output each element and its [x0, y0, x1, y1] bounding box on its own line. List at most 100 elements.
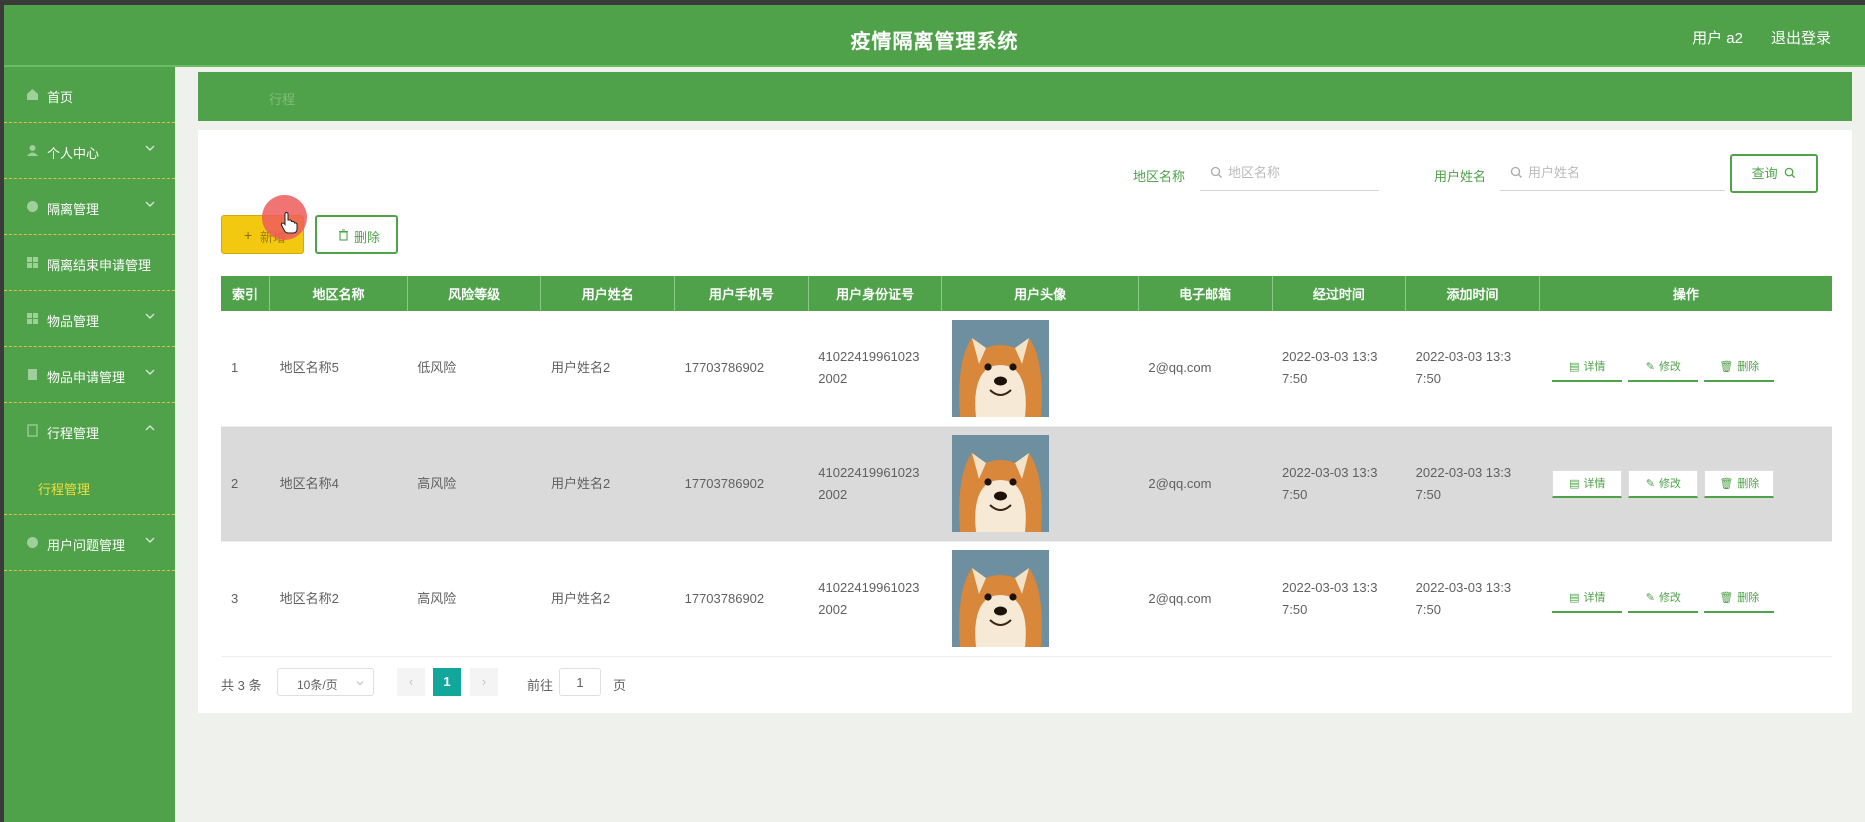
column-header[interactable]: 地区名称: [269, 276, 408, 311]
cell-phone: 17703786902: [674, 426, 809, 542]
table-row[interactable]: 3 地区名称2 高风险 用户姓名2 17703786902 4102241996…: [221, 541, 1832, 657]
next-page-button[interactable]: ›: [470, 668, 498, 696]
edit-button[interactable]: ✎ 修改: [1628, 469, 1699, 498]
avatar[interactable]: [951, 435, 1049, 532]
edit-icon: ✎: [1645, 477, 1655, 490]
app-frame: 疫情隔离管理系统 用户 a2 退出登录 首页 个人中心 隔离管理 隔离结束申请管…: [4, 5, 1865, 822]
sidebar-item-label: 首页: [47, 90, 74, 105]
time-line: 2022-03-03 13:3: [1282, 349, 1378, 365]
sidebar-item-isolation-end[interactable]: 隔离结束申请管理: [4, 235, 175, 291]
app-title: 疫情隔离管理系统: [850, 31, 1019, 53]
time-line: 7:50: [1415, 371, 1441, 387]
user-search-field[interactable]: [1500, 155, 1725, 191]
goto-suffix: 页: [613, 678, 627, 693]
trash-icon: 🗑: [1719, 477, 1734, 490]
delete-label: 删除: [1737, 361, 1760, 374]
column-header[interactable]: 用户手机号: [674, 276, 809, 311]
column-header[interactable]: 操作: [1539, 276, 1832, 311]
time-line: 2022-03-03 13:3: [1282, 579, 1378, 595]
detail-label: 详情: [1583, 361, 1606, 374]
column-header[interactable]: 风险等级: [407, 276, 542, 311]
sidebar-item-label: 物品申请管理: [47, 370, 126, 385]
region-search-field[interactable]: [1200, 155, 1408, 191]
time-line: 7:50: [1282, 486, 1308, 502]
cell-id-number: 41022419961023 2002: [808, 426, 942, 542]
breadcrumb-item[interactable]: 行程: [269, 89, 295, 108]
query-button[interactable]: 查询: [1730, 154, 1818, 193]
id-line: 41022419961023: [818, 464, 920, 480]
search-icon: [1785, 167, 1796, 179]
sidebar-subitem-itinerary[interactable]: 行程管理: [4, 459, 175, 515]
delete-button[interactable]: 🗑 删除: [1704, 584, 1775, 613]
column-header[interactable]: 用户姓名: [540, 276, 676, 311]
delete-label: 删除: [1737, 591, 1760, 604]
prev-page-button[interactable]: ‹: [397, 668, 425, 696]
sidebar-item-label: 行程管理: [47, 426, 100, 441]
time-line: 2022-03-03 13:3: [1415, 464, 1512, 480]
vertical-scrollbar[interactable]: [1852, 67, 1865, 822]
avatar[interactable]: [951, 550, 1049, 647]
cell-avatar: [941, 426, 1139, 542]
id-line: 2002: [818, 371, 848, 387]
cell-id-number: 41022419961023 2002: [808, 541, 942, 657]
goto-page-input[interactable]: [559, 668, 601, 696]
time-line: 2022-03-03 13:3: [1415, 349, 1512, 365]
doc-icon: [26, 424, 39, 437]
edit-label: 修改: [1658, 591, 1681, 604]
edit-icon: ✎: [1645, 591, 1655, 604]
top-header: 疫情隔离管理系统 用户 a2 退出登录: [4, 5, 1865, 67]
sidebar-item-label: 隔离结束申请管理: [47, 258, 152, 273]
sidebar-item-itinerary[interactable]: 行程管理: [4, 403, 175, 459]
column-header[interactable]: 用户身份证号: [808, 276, 943, 311]
region-search-label: 地区名称: [1133, 169, 1186, 184]
time-line: 7:50: [1282, 371, 1308, 387]
table-row[interactable]: 1 地区名称5 低风险 用户姓名2 17703786902 4102241996…: [221, 311, 1832, 427]
search-icon: [1510, 166, 1522, 178]
edit-button[interactable]: ✎ 修改: [1628, 584, 1699, 613]
cell-add-time: 2022-03-03 13:3 7:50: [1405, 541, 1540, 657]
cell-phone: 17703786902: [674, 311, 809, 427]
logout-link[interactable]: 退出登录: [1771, 27, 1831, 48]
column-header[interactable]: 电子邮箱: [1138, 276, 1273, 311]
page-size-select[interactable]: 10条/页: [277, 668, 374, 696]
table-row[interactable]: 2 地区名称4 高风险 用户姓名2 17703786902 4102241996…: [221, 426, 1832, 542]
detail-button[interactable]: ▤ 详情: [1552, 469, 1623, 498]
avatar[interactable]: [951, 319, 1049, 417]
detail-button[interactable]: ▤ 详情: [1552, 354, 1623, 383]
delete-label: 删除: [1737, 477, 1760, 490]
pagination-total: 共 3 条: [221, 678, 262, 693]
cell-actions: ▤ 详情 ✎ 修改 🗑 删除: [1539, 541, 1832, 657]
time-line: 7:50: [1415, 601, 1441, 617]
cell-risk: 高风险: [407, 426, 541, 542]
batch-delete-button[interactable]: 删除: [315, 215, 398, 254]
column-header[interactable]: 经过时间: [1272, 276, 1407, 311]
sidebar-item-goods-apply[interactable]: 物品申请管理: [4, 347, 175, 403]
batch-delete-label: 删除: [354, 230, 381, 245]
column-header[interactable]: 用户头像: [941, 276, 1139, 311]
chevron-down-icon: [145, 145, 155, 151]
user-search-input[interactable]: [1528, 155, 1708, 189]
sidebar-item-goods[interactable]: 物品管理: [4, 291, 175, 347]
cell-add-time: 2022-03-03 13:3 7:50: [1405, 311, 1540, 427]
column-header[interactable]: 添加时间: [1405, 276, 1540, 311]
sidebar-item-home[interactable]: 首页: [4, 67, 175, 123]
delete-button[interactable]: 🗑 删除: [1704, 354, 1775, 383]
region-search-input[interactable]: [1228, 155, 1408, 189]
page-number-current[interactable]: 1: [433, 668, 461, 696]
sidebar-item-label: 物品管理: [47, 314, 100, 329]
column-header[interactable]: 索引: [221, 276, 271, 311]
sidebar-item-personal-center[interactable]: 个人中心: [4, 123, 175, 179]
cell-email: 2@qq.com: [1138, 426, 1273, 542]
chevron-down-icon: [145, 201, 155, 207]
id-line: 41022419961023: [818, 579, 920, 595]
edit-button[interactable]: ✎ 修改: [1628, 354, 1699, 383]
sidebar-item-user-questions[interactable]: 用户问题管理: [4, 515, 175, 571]
cell-email: 2@qq.com: [1138, 311, 1273, 427]
cell-avatar: [941, 541, 1139, 657]
id-line: 2002: [818, 486, 848, 502]
cell-phone: 17703786902: [674, 541, 809, 657]
sidebar-item-isolation[interactable]: 隔离管理: [4, 179, 175, 235]
detail-button[interactable]: ▤ 详情: [1552, 584, 1623, 613]
cell-add-time: 2022-03-03 13:3 7:50: [1405, 426, 1540, 542]
delete-button[interactable]: 🗑 删除: [1704, 469, 1775, 498]
